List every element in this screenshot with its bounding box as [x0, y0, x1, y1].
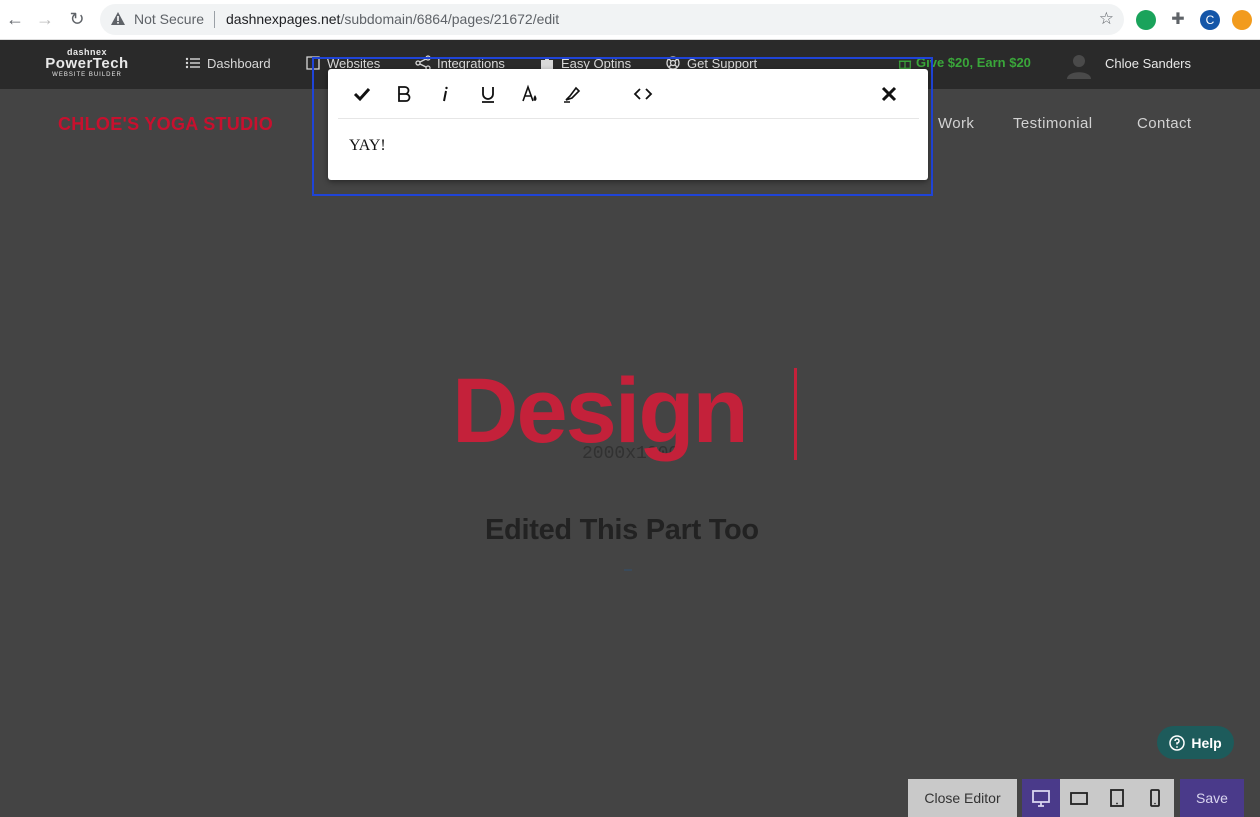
forward-icon[interactable]: →: [34, 8, 56, 30]
browser-toolbar: ← → ↻ Not Secure dashnexpages.net/subdom…: [0, 0, 1260, 40]
logo[interactable]: dashnex PowerTech WEBSITE BUILDER: [42, 47, 132, 79]
text-color-button[interactable]: [517, 83, 543, 105]
close-editor-x-button[interactable]: [876, 83, 902, 105]
reload-icon[interactable]: ↻: [66, 8, 88, 30]
logo-line3: WEBSITE BUILDER: [52, 72, 122, 78]
bold-icon: [398, 86, 411, 102]
site-title[interactable]: CHLOE'S YOGA STUDIO: [58, 114, 273, 135]
url-path: /subdomain/6864/pages/21672/edit: [340, 11, 560, 27]
italic-button[interactable]: [433, 83, 459, 105]
nav-dashboard-label: Dashboard: [207, 55, 271, 71]
device-tablet-button[interactable]: [1098, 779, 1136, 817]
underline-button[interactable]: [475, 83, 501, 105]
code-view-button[interactable]: [630, 83, 656, 105]
tablet-icon: [1110, 789, 1124, 807]
url-text: dashnexpages.net/subdomain/6864/pages/21…: [226, 11, 559, 27]
site-nav-work[interactable]: Work: [938, 115, 974, 132]
editor-content[interactable]: YAY!: [349, 137, 386, 155]
address-bar[interactable]: Not Secure dashnexpages.net/subdomain/68…: [100, 4, 1124, 35]
check-icon: [353, 87, 371, 102]
help-button[interactable]: Help: [1157, 726, 1234, 759]
save-button[interactable]: Save: [1180, 779, 1244, 817]
hero-heading[interactable]: Design: [452, 356, 749, 466]
bold-button[interactable]: [391, 83, 417, 105]
underline-icon: [482, 87, 494, 103]
divider-mark: [624, 569, 632, 571]
tablet-landscape-icon: [1070, 792, 1088, 805]
url-separator: [214, 11, 215, 28]
close-editor-button[interactable]: Close Editor: [908, 779, 1017, 817]
desktop-icon: [1032, 790, 1050, 807]
highlight-button[interactable]: [559, 83, 585, 105]
mobile-icon: [1150, 789, 1160, 807]
inline-text-editor: YAY!: [328, 69, 928, 180]
warning-icon: [111, 12, 125, 25]
promo-label: Give $20, Earn $20: [916, 55, 1031, 70]
extension-orange-icon[interactable]: [1232, 10, 1252, 30]
back-icon[interactable]: ←: [4, 8, 26, 30]
confirm-button[interactable]: [349, 83, 375, 105]
extensions-puzzle-icon[interactable]: ✚: [1168, 10, 1188, 30]
profile-avatar[interactable]: C: [1200, 10, 1220, 30]
italic-icon: [443, 86, 448, 102]
security-label: Not Secure: [134, 11, 205, 27]
url-host: dashnexpages.net: [226, 11, 341, 27]
text-color-icon: [522, 84, 537, 102]
extension-refresh-icon[interactable]: [1136, 10, 1156, 30]
question-icon: [1169, 734, 1186, 751]
device-tablet-landscape-button[interactable]: [1060, 779, 1098, 817]
site-nav-testimonial[interactable]: Testimonial: [1013, 115, 1092, 132]
code-icon: [633, 88, 653, 100]
close-icon: [881, 86, 897, 102]
highlight-icon: [564, 86, 581, 103]
editor-divider: [338, 118, 919, 119]
device-mobile-button[interactable]: [1136, 779, 1174, 817]
help-label: Help: [1191, 734, 1222, 751]
nav-dashboard[interactable]: Dashboard: [185, 55, 271, 71]
text-caret: [794, 368, 797, 460]
user-avatar-icon[interactable]: [1066, 52, 1092, 80]
user-name[interactable]: Chloe Sanders: [1105, 56, 1191, 71]
site-nav-contact[interactable]: Contact: [1137, 115, 1192, 132]
list-icon: [185, 57, 200, 69]
bookmark-star-icon[interactable]: ☆: [1099, 9, 1114, 29]
logo-line2: PowerTech: [45, 55, 129, 72]
subheading[interactable]: Edited This Part Too: [485, 514, 759, 547]
device-desktop-button[interactable]: [1022, 779, 1060, 817]
